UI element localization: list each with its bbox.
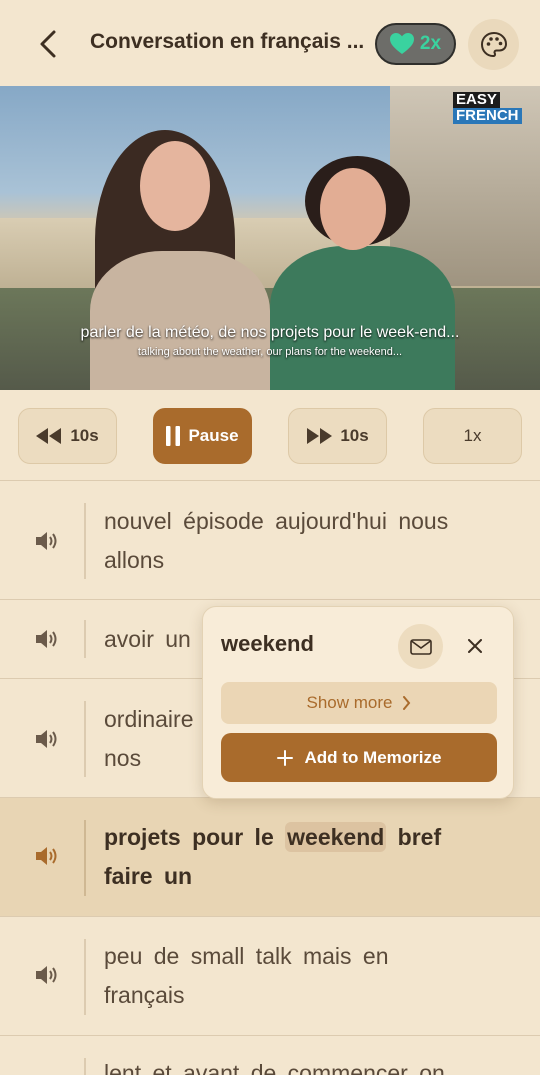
video-person-body — [270, 246, 455, 390]
show-more-button[interactable]: Show more — [221, 682, 497, 724]
video-person-body — [90, 251, 270, 390]
speaker-icon[interactable] — [34, 727, 60, 751]
popup-word: weekend — [221, 631, 314, 656]
forward-button[interactable]: 10s — [288, 408, 387, 464]
palette-icon — [480, 31, 507, 57]
streak-badge[interactable]: 2x — [375, 23, 456, 65]
speaker-icon[interactable] — [34, 529, 60, 553]
close-icon — [468, 639, 482, 653]
heart-icon — [389, 33, 414, 54]
theme-button[interactable] — [468, 19, 519, 70]
transcript-row[interactable]: peu de small talk mais en français — [0, 916, 540, 1035]
row-divider — [84, 1058, 86, 1075]
save-word-button[interactable] — [398, 624, 443, 669]
add-to-memorize-label: Add to Memorize — [304, 747, 442, 767]
transcript-text: projets pour le weekend bref faire un — [104, 822, 442, 889]
pause-button[interactable]: Pause — [153, 408, 252, 464]
video-person-face — [320, 168, 386, 250]
video-subtitle: parler de la météo, de nos projets pour … — [80, 324, 460, 341]
rewind-icon — [36, 428, 62, 444]
page-title: Conversation en français ... — [90, 30, 365, 53]
speed-label: 1x — [463, 426, 482, 445]
video-subtitle-translation: talking about the weather, our plans for… — [137, 346, 403, 358]
streak-multiplier: 2x — [419, 33, 442, 54]
speaker-icon[interactable] — [34, 844, 60, 868]
row-divider — [84, 503, 86, 579]
playback-controls: 10s Pause 10s 1x — [0, 390, 540, 480]
pause-label: Pause — [188, 426, 239, 445]
transcript-row-active[interactable]: projets pour le weekend bref faire un — [0, 797, 540, 916]
video-person-face — [140, 141, 210, 231]
word-popup: weekend Show more Add to Memorize — [202, 606, 514, 799]
speaker-icon[interactable] — [34, 963, 60, 987]
close-button[interactable] — [461, 632, 489, 660]
transcript-text: lent et avant de commencer on — [104, 1060, 445, 1075]
transcript-row[interactable]: lent et avant de commencer on — [0, 1035, 540, 1075]
add-to-memorize-button[interactable]: Add to Memorize — [221, 733, 497, 782]
back-button[interactable] — [28, 24, 68, 64]
forward-label: 10s — [340, 426, 369, 445]
speaker-icon[interactable] — [34, 627, 60, 651]
row-divider — [84, 620, 86, 658]
video-player[interactable]: EASY FRENCH parler de la météo, de nos p… — [0, 86, 540, 390]
chevron-left-icon — [40, 30, 56, 58]
row-divider — [84, 939, 86, 1015]
row-divider — [84, 820, 86, 896]
speed-button[interactable]: 1x — [423, 408, 522, 464]
pause-icon — [166, 426, 181, 446]
envelope-icon — [409, 638, 432, 655]
transcript-text: nouvel épisode aujourd'hui nous allons — [104, 508, 449, 573]
plus-icon — [276, 749, 293, 766]
chevron-right-icon — [403, 696, 411, 710]
rewind-label: 10s — [70, 426, 99, 445]
transcript-text: peu de small talk mais en français — [104, 943, 389, 1008]
channel-logo: EASY FRENCH — [453, 92, 533, 126]
fast-forward-icon — [307, 428, 333, 444]
show-more-label: Show more — [306, 693, 393, 712]
transcript-row[interactable]: nouvel épisode aujourd'hui nous allons — [0, 480, 540, 599]
rewind-button[interactable]: 10s — [18, 408, 117, 464]
app-header: Conversation en français ... 2x — [0, 0, 540, 86]
selected-word[interactable]: weekend — [285, 822, 387, 852]
row-divider — [84, 701, 86, 777]
